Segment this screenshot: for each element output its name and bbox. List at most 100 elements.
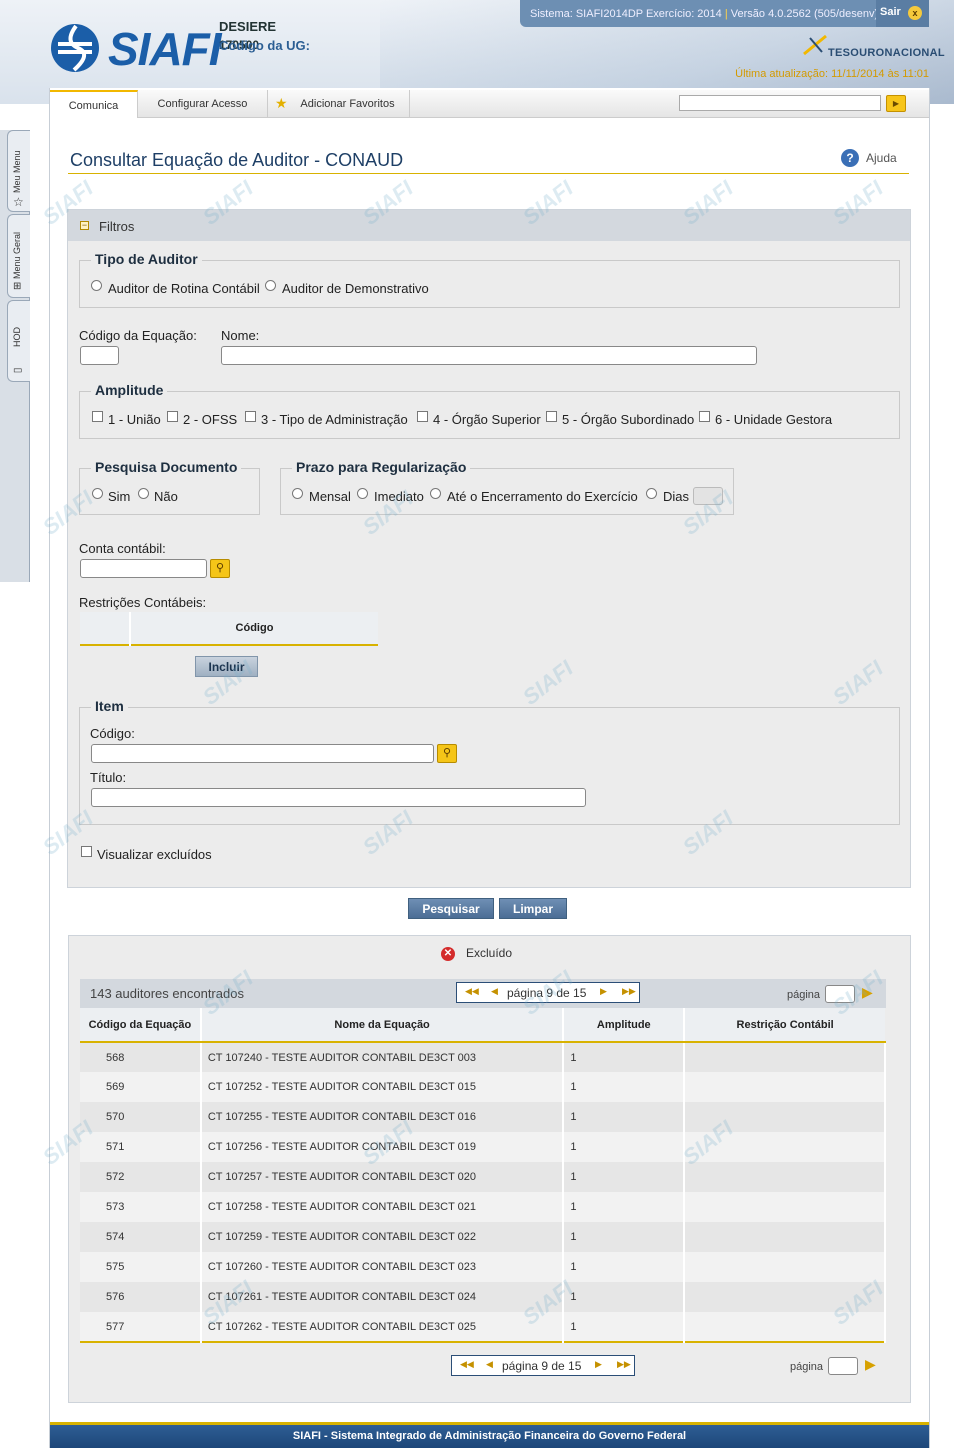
cell-codigo: 576 — [80, 1282, 202, 1312]
cell-nome[interactable]: CT 107256 - TESTE AUDITOR CONTABIL DE3CT… — [200, 1132, 565, 1162]
tab-menu-geral[interactable]: Menu Geral ⊞ — [7, 214, 30, 298]
go-page-icon-bottom[interactable]: ▶ — [865, 1356, 876, 1373]
table-row[interactable]: 576 CT 107261 - TESTE AUDITOR CONTABIL DE… — [80, 1282, 886, 1312]
tab-hod[interactable]: HOD ▭ — [7, 300, 30, 382]
pesquisar-button[interactable]: Pesquisar — [408, 898, 494, 919]
conta-contabil-search-icon[interactable]: ⚲ — [210, 559, 230, 578]
cell-amplitude: 1 — [563, 1162, 686, 1192]
table-row[interactable]: 575 CT 107260 - TESTE AUDITOR CONTABIL DE… — [80, 1252, 886, 1282]
radio-prazo-imediato[interactable] — [357, 488, 368, 499]
pager-top-text: página 9 de 15 — [507, 986, 587, 1000]
help-link[interactable]: Ajuda — [866, 151, 897, 165]
collapse-icon[interactable]: − — [80, 221, 89, 230]
codigo-equacao-input[interactable] — [80, 346, 119, 365]
cell-nome[interactable]: CT 107255 - TESTE AUDITOR CONTABIL DE3CT… — [200, 1102, 565, 1132]
tab-meu-menu-label: Meu Menu — [12, 150, 22, 193]
last-page-icon[interactable]: ▶▶ — [617, 1359, 631, 1370]
item-codigo-search-icon[interactable]: ⚲ — [437, 744, 457, 763]
radio-auditor-demonstrativo[interactable] — [265, 280, 276, 291]
tab-meu-menu[interactable]: Meu Menu ☆ — [7, 130, 30, 212]
cell-nome[interactable]: CT 107261 - TESTE AUDITOR CONTABIL DE3CT… — [200, 1282, 565, 1312]
cell-nome[interactable]: CT 107257 - TESTE AUDITOR CONTABIL DE3CT… — [200, 1162, 565, 1192]
close-icon[interactable]: x — [908, 6, 922, 20]
checkbox-amplitude-tipo-adm[interactable] — [245, 411, 256, 422]
checkbox-amplitude-orgao-subordinado[interactable] — [546, 411, 557, 422]
first-page-icon[interactable]: ◀◀ — [460, 1359, 474, 1370]
conta-contabil-input[interactable] — [80, 559, 207, 578]
next-page-icon[interactable]: ▶ — [595, 1359, 602, 1370]
page-input-bottom[interactable] — [828, 1357, 858, 1375]
table-row[interactable]: 573 CT 107258 - TESTE AUDITOR CONTABIL DE… — [80, 1192, 886, 1222]
title-divider — [68, 173, 909, 174]
table-row[interactable]: 574 CT 107259 - TESTE AUDITOR CONTABIL DE… — [80, 1222, 886, 1252]
table-row[interactable]: 577 CT 107262 - TESTE AUDITOR CONTABIL DE… — [80, 1312, 886, 1342]
nome-input[interactable] — [221, 346, 757, 365]
last-page-icon[interactable]: ▶▶ — [622, 986, 636, 997]
favorite-star-icon: ★ — [275, 95, 288, 111]
go-page-icon-top[interactable]: ▶ — [862, 984, 873, 1001]
cell-restricao — [684, 1312, 886, 1342]
help-icon[interactable]: ? — [841, 149, 859, 167]
radio-pesquisa-nao[interactable] — [138, 488, 149, 499]
table-row[interactable]: 568 CT 107240 - TESTE AUDITOR CONTABIL DE… — [80, 1042, 886, 1072]
filters-title: Filtros — [99, 219, 135, 234]
cell-nome[interactable]: CT 107260 - TESTE AUDITOR CONTABIL DE3CT… — [200, 1252, 565, 1282]
star-icon: ☆ — [13, 195, 24, 209]
table-row[interactable]: 572 CT 107257 - TESTE AUDITOR CONTABIL DE… — [80, 1162, 886, 1192]
cell-codigo: 577 — [80, 1312, 202, 1342]
incluir-button[interactable]: Incluir — [195, 656, 258, 677]
table-row[interactable]: 571 CT 107256 - TESTE AUDITOR CONTABIL DE… — [80, 1132, 886, 1162]
cell-codigo: 575 — [80, 1252, 202, 1282]
checkbox-amplitude-orgao-subordinado-label: 5 - Órgão Subordinado — [562, 412, 695, 427]
tesouro-nacional-logo-text: TESOURONACIONAL — [828, 47, 945, 59]
col-amplitude[interactable]: Amplitude — [563, 1008, 686, 1043]
menu-comunica[interactable]: Comunica — [50, 90, 138, 118]
item-titulo-input[interactable] — [91, 788, 586, 807]
checkbox-amplitude-uniao[interactable] — [92, 411, 103, 422]
checkbox-visualizar-excluidos-label: Visualizar excluídos — [97, 847, 212, 862]
filters-header[interactable] — [68, 210, 910, 241]
cell-amplitude: 1 — [563, 1192, 686, 1222]
cell-codigo: 569 — [80, 1072, 202, 1102]
radio-prazo-encerramento[interactable] — [430, 488, 441, 499]
prev-page-icon[interactable]: ◀ — [486, 1359, 493, 1370]
menu-search-input[interactable] — [679, 95, 881, 111]
limpar-button[interactable]: Limpar — [499, 898, 567, 919]
checkbox-amplitude-orgao-superior[interactable] — [417, 411, 428, 422]
next-page-icon[interactable]: ▶ — [600, 986, 607, 997]
cell-amplitude: 1 — [563, 1252, 686, 1282]
table-row[interactable]: 570 CT 107255 - TESTE AUDITOR CONTABIL DE… — [80, 1102, 886, 1132]
col-restricao-contabil[interactable]: Restrição Contábil — [684, 1008, 885, 1043]
checkbox-amplitude-ofss[interactable] — [167, 411, 178, 422]
radio-prazo-dias[interactable] — [646, 488, 657, 499]
table-row[interactable]: 569 CT 107252 - TESTE AUDITOR CONTABIL DE… — [80, 1072, 886, 1102]
prev-page-icon[interactable]: ◀ — [491, 986, 498, 997]
radio-prazo-mensal[interactable] — [292, 488, 303, 499]
tipo-auditor-legend: Tipo de Auditor — [91, 251, 202, 267]
pager-bottom: ◀◀ ◀ página 9 de 15 ▶ ▶▶ — [451, 1355, 635, 1376]
version-info: Versão 4.0.2562 (505/desenv) — [730, 8, 879, 20]
item-codigo-input[interactable] — [91, 744, 434, 763]
cell-nome[interactable]: CT 107240 - TESTE AUDITOR CONTABIL DE3CT… — [200, 1042, 565, 1072]
menu-adicionar-favoritos[interactable]: Adicionar Favoritos — [268, 90, 410, 118]
sitemap-icon: ⊞ — [13, 281, 22, 292]
ug-label: Código da UG: — [219, 38, 310, 53]
item-codigo-label: Código: — [90, 726, 135, 741]
cell-nome[interactable]: CT 107258 - TESTE AUDITOR CONTABIL DE3CT… — [200, 1192, 565, 1222]
cell-restricao — [684, 1102, 886, 1132]
menu-configurar-acesso[interactable]: Configurar Acesso — [138, 90, 268, 118]
col-nome-equacao[interactable]: Nome da Equação — [200, 1008, 565, 1043]
menu-search-button[interactable]: ▶ — [886, 95, 906, 112]
radio-auditor-rotina[interactable] — [91, 280, 102, 291]
cell-nome[interactable]: CT 107259 - TESTE AUDITOR CONTABIL DE3CT… — [200, 1222, 565, 1252]
col-codigo-equacao[interactable]: Código da Equação — [80, 1008, 202, 1043]
cell-nome[interactable]: CT 107262 - TESTE AUDITOR CONTABIL DE3CT… — [200, 1312, 565, 1342]
page-input-top[interactable] — [825, 985, 855, 1003]
checkbox-amplitude-unidade-gestora[interactable] — [699, 411, 710, 422]
codigo-equacao-label: Código da Equação: — [79, 328, 197, 343]
radio-pesquisa-sim[interactable] — [92, 488, 103, 499]
checkbox-visualizar-excluidos[interactable] — [81, 846, 92, 857]
prazo-dias-input[interactable] — [693, 487, 723, 505]
first-page-icon[interactable]: ◀◀ — [465, 986, 479, 997]
cell-nome[interactable]: CT 107252 - TESTE AUDITOR CONTABIL DE3CT… — [200, 1072, 565, 1102]
